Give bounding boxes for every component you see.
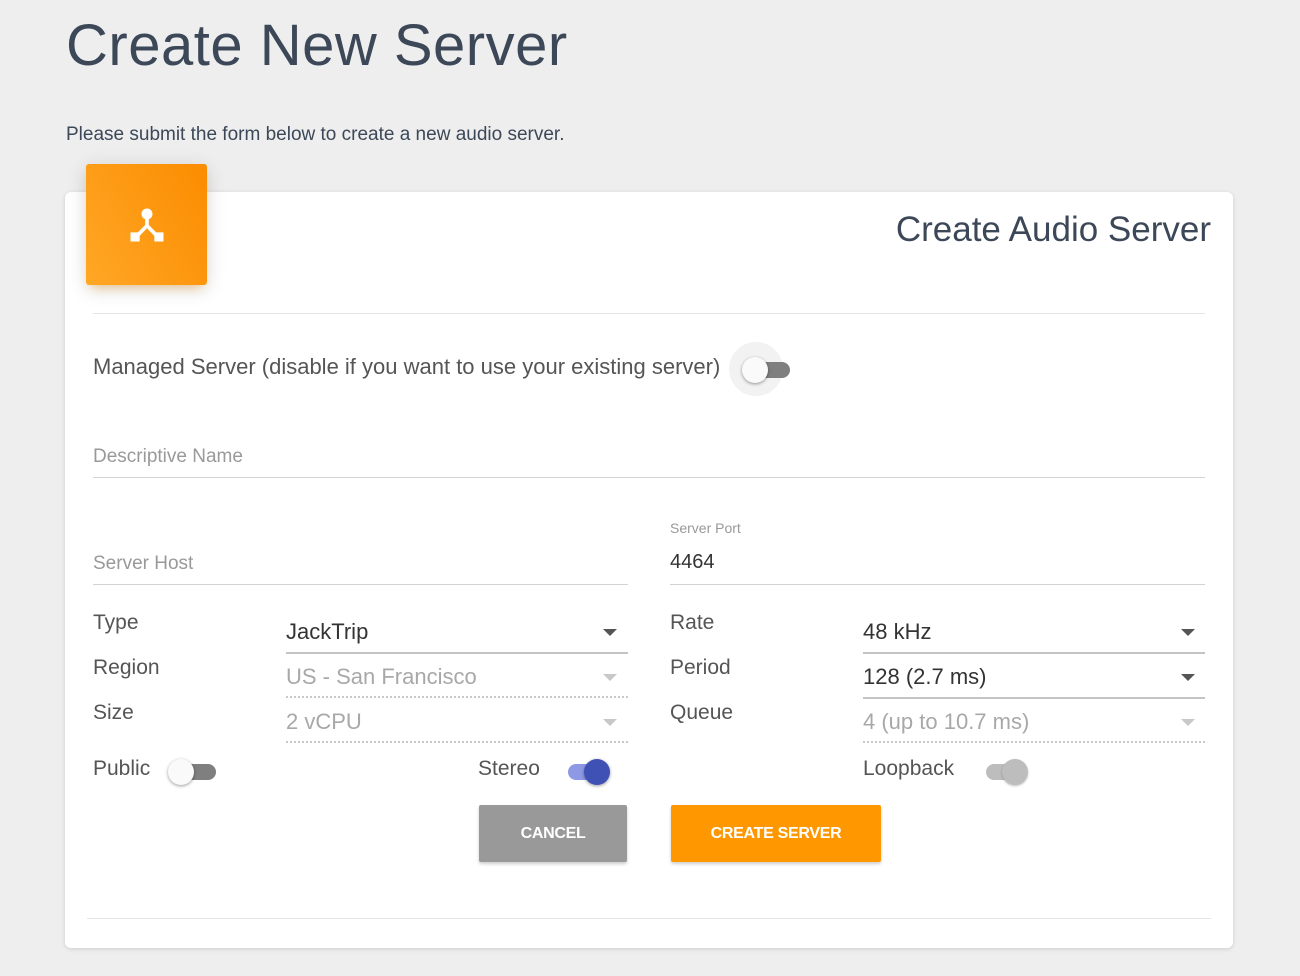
header-divider	[93, 313, 1205, 314]
stereo-toggle[interactable]	[558, 756, 610, 786]
card-title: Create Audio Server	[895, 210, 1211, 249]
period-select[interactable]: 128 (2.7 ms)	[863, 664, 987, 690]
managed-server-toggle[interactable]	[742, 354, 794, 384]
public-toggle[interactable]	[168, 756, 220, 786]
type-select-underline	[286, 652, 628, 654]
page-title: Create New Server	[66, 13, 568, 78]
type-caret-icon[interactable]	[603, 629, 617, 636]
type-select[interactable]: JackTrip	[286, 619, 368, 645]
form-card	[65, 192, 1233, 948]
period-label: Period	[670, 656, 731, 679]
queue-caret-icon[interactable]	[1181, 719, 1195, 726]
loopback-label: Loopback	[863, 757, 955, 780]
type-label: Type	[93, 611, 139, 634]
create-server-button[interactable]: CREATE SERVER	[671, 805, 881, 862]
toggle-thumb	[742, 357, 768, 383]
queue-select[interactable]: 4 (up to 10.7 ms)	[863, 709, 1029, 735]
rate-caret-icon[interactable]	[1181, 629, 1195, 636]
size-select-underline	[286, 741, 628, 743]
rate-label: Rate	[670, 611, 715, 634]
size-caret-icon[interactable]	[603, 719, 617, 726]
stereo-label: Stereo	[478, 757, 540, 780]
card-icon-box	[86, 164, 207, 285]
period-select-underline	[863, 697, 1205, 699]
region-select-underline	[286, 696, 628, 698]
region-caret-icon[interactable]	[603, 674, 617, 681]
size-select[interactable]: 2 vCPU	[286, 709, 362, 735]
public-label: Public	[93, 757, 151, 780]
server-host-underline	[93, 584, 628, 585]
footer-divider	[87, 918, 1211, 919]
server-port-underline	[670, 584, 1205, 585]
descriptive-name-underline	[93, 477, 1205, 478]
server-port-label: Server Port	[670, 520, 741, 536]
toggle-thumb	[168, 759, 194, 785]
device-hub-icon	[130, 208, 163, 241]
server-port-input[interactable]: 4464	[670, 551, 715, 574]
period-caret-icon[interactable]	[1181, 674, 1195, 681]
rate-select[interactable]: 48 kHz	[863, 619, 931, 645]
page-subtitle: Please submit the form below to create a…	[66, 124, 565, 145]
queue-label: Queue	[670, 701, 734, 724]
server-host-input[interactable]: Server Host	[93, 553, 193, 575]
region-select[interactable]: US - San Francisco	[286, 664, 477, 690]
queue-select-underline	[863, 741, 1205, 743]
descriptive-name-input[interactable]: Descriptive Name	[93, 446, 243, 468]
cancel-button[interactable]: CANCEL	[479, 805, 627, 862]
managed-server-label: Managed Server (disable if you want to u…	[93, 354, 721, 379]
loopback-toggle[interactable]	[976, 756, 1028, 786]
toggle-thumb	[1002, 759, 1028, 785]
region-label: Region	[93, 656, 160, 679]
size-label: Size	[93, 701, 134, 724]
rate-select-underline	[863, 652, 1205, 654]
toggle-thumb	[584, 759, 610, 785]
